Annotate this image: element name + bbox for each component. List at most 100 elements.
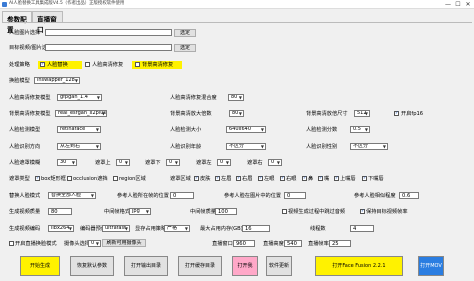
open-mov-button[interactable]: 打开MOV <box>418 256 444 276</box>
face-detect-order-select[interactable]: 从左到右 ▼ <box>57 143 101 150</box>
region-lower-lip-label: 下嘴唇 <box>368 176 384 182</box>
region-right-brow-label: 右眉 <box>242 176 253 182</box>
open-facefusion-button[interactable]: 打开Face Fusion 2.2.1 <box>315 256 403 276</box>
open-cache-button[interactable]: 打开缓存目录 <box>178 256 222 276</box>
fp16-checkbox[interactable] <box>394 111 399 116</box>
region-nose-checkbox[interactable] <box>302 176 307 181</box>
open-output-button[interactable]: 打开输出目录 <box>124 256 168 276</box>
start-button[interactable]: 开始生成 <box>20 256 60 276</box>
window-title: AI人脸替换工具集成版V4.5（作者出品）正版授权软件使用 <box>9 1 125 6</box>
mask-top-select[interactable]: 0 ▼ <box>116 159 130 166</box>
region-left-eye-label: 左眼 <box>264 176 275 182</box>
ref-similarity-input[interactable]: 0.6 <box>399 192 419 199</box>
mask-bottom-select[interactable]: 0 ▼ <box>166 159 180 166</box>
camera-index-label: 摄像头选择 <box>64 241 90 247</box>
region-mouth-label: 嘴 <box>324 176 330 182</box>
face-image-input[interactable] <box>45 29 172 36</box>
minimize-button[interactable]: — <box>444 1 452 8</box>
tab-params[interactable]: 参数配置 <box>2 11 32 34</box>
face-blur-select[interactable]: 30 ▼ <box>57 159 77 166</box>
encoder-select[interactable]: libx264 ▼ <box>48 225 74 232</box>
video-quality-input[interactable]: 80 <box>48 208 72 215</box>
bg-enhance-size-label: 背景高清放倍尺寸 <box>306 111 348 117</box>
region-upper-lip-label: 上嘴唇 <box>340 176 356 182</box>
region-mouth-checkbox[interactable] <box>318 176 323 181</box>
mask-left-select[interactable]: 0 ▼ <box>217 159 231 166</box>
ref-face-index-input[interactable]: 0 <box>284 192 306 199</box>
bg-enhance-size-select[interactable]: 512 ▼ <box>354 110 370 117</box>
live-width-input[interactable]: 960 <box>233 240 255 247</box>
keep-fps-checkbox[interactable] <box>360 209 365 214</box>
region-upper-lip-checkbox[interactable] <box>334 176 339 181</box>
mask-region-label: region区域 <box>119 176 146 182</box>
region-left-eye-checkbox[interactable] <box>258 176 263 181</box>
tab-live-window[interactable]: 直播窗口 <box>32 11 63 34</box>
live-width-label: 直播窗口 <box>212 241 233 247</box>
encoder-label: 生成视频编码 <box>9 226 41 232</box>
region-lower-lip-checkbox[interactable] <box>362 176 367 181</box>
max-memory-input[interactable]: 16 <box>242 225 270 232</box>
live-height-input[interactable]: 540 <box>284 240 302 247</box>
swap-mode-select[interactable]: 替换全部人脸 ▼ <box>48 192 96 199</box>
open-dir-button[interactable]: 打开我 <box>232 256 258 276</box>
face-detect-size-select[interactable]: 640x640 ▼ <box>226 126 266 133</box>
face-age-select[interactable]: 不区分 ▼ <box>226 143 266 150</box>
threads-input[interactable]: 4 <box>350 225 374 232</box>
mask-occlusion-checkbox[interactable] <box>67 176 72 181</box>
close-button[interactable]: ✕ <box>464 1 472 8</box>
camera-index-select[interactable]: 0 ▼ <box>88 240 101 247</box>
mask-top-label: 遮罩上 <box>95 160 111 166</box>
memory-strategy-select[interactable]: 严格 ▼ <box>164 225 190 232</box>
region-left-brow-label: 左眉 <box>221 176 232 182</box>
memory-strategy-label: 显存占用策略 <box>135 226 167 232</box>
swap-model-select[interactable]: inswapper_128 ▼ <box>34 77 80 84</box>
frame-quality-label: 中间帧质量 <box>190 209 216 215</box>
face-detect-score-select[interactable]: 0.5 ▼ <box>350 126 370 133</box>
strategy-face-enhance-checkbox[interactable] <box>85 62 90 67</box>
face-enhance-model-select[interactable]: gfpgan_1.4 ▼ <box>57 94 102 101</box>
maximize-button[interactable]: ☐ <box>454 1 462 8</box>
detect-camera-button[interactable]: 刷新可用摄像头 <box>102 239 146 247</box>
live-fps-input[interactable]: 25 <box>329 240 351 247</box>
strategy-bg-enhance-checkbox[interactable] <box>135 62 140 67</box>
frame-quality-input[interactable]: 100 <box>215 208 237 215</box>
fp16-label: 开启fp16 <box>401 111 424 117</box>
face-detect-model-label: 人脸检测模型 <box>9 127 41 133</box>
region-left-brow-checkbox[interactable] <box>215 176 220 181</box>
target-select-button[interactable]: 选定 <box>174 44 196 52</box>
face-enhance-model-label: 人脸高清修复模型 <box>9 95 51 101</box>
mask-regions-label: 遮罩区域 <box>170 176 191 182</box>
region-right-eye-checkbox[interactable] <box>280 176 285 181</box>
mask-right-select[interactable]: 0 ▼ <box>268 159 282 166</box>
update-button[interactable]: 软件更新 <box>266 256 292 276</box>
threads-label: 线程数 <box>310 226 326 232</box>
encoder-preset-select[interactable]: ultrafast ▼ <box>102 225 130 232</box>
strategy-face-swap-checkbox[interactable] <box>40 62 45 67</box>
skip-audio-checkbox[interactable] <box>282 209 287 214</box>
face-detect-size-label: 人脸检测大小 <box>170 127 202 133</box>
video-quality-label: 生成视频质量 <box>9 209 41 215</box>
region-nose-label: 鼻 <box>308 176 314 182</box>
frame-format-select[interactable]: jpg ▼ <box>129 208 151 215</box>
app-icon <box>2 2 7 7</box>
swap-model-label: 换脸模型 <box>9 78 30 84</box>
region-right-eye-label: 右眼 <box>286 176 297 182</box>
face-detect-order-label: 人脸识别方向 <box>9 144 41 150</box>
region-right-brow-checkbox[interactable] <box>236 176 241 181</box>
face-gender-select[interactable]: 不区分 ▼ <box>350 143 388 150</box>
live-mode-checkbox[interactable] <box>9 241 14 246</box>
restore-defaults-button[interactable]: 恢复默认参数 <box>70 256 114 276</box>
target-input[interactable] <box>45 44 172 51</box>
mask-region-checkbox[interactable] <box>113 176 118 181</box>
ref-face-index-label: 参考人脸在图片中的位置 <box>224 193 282 199</box>
mask-box-checkbox[interactable] <box>35 176 40 181</box>
bg-enhance-model-select[interactable]: real_esrgan_x2plus ▼ <box>55 110 107 117</box>
face-image-select-button[interactable]: 选定 <box>174 29 196 37</box>
region-skin-checkbox[interactable] <box>194 176 199 181</box>
ref-position-input[interactable]: 0 <box>170 192 194 199</box>
face-detect-score-label: 人脸检测分数 <box>306 127 338 133</box>
skip-audio-label: 视频生成过程中跳过音频 <box>288 209 346 215</box>
face-enhance-blend-select[interactable]: 80 ▼ <box>228 94 244 101</box>
bg-enhance-scale-select[interactable]: 80 ▼ <box>229 110 244 117</box>
face-detect-model-select[interactable]: retinaface ▼ <box>57 126 101 133</box>
